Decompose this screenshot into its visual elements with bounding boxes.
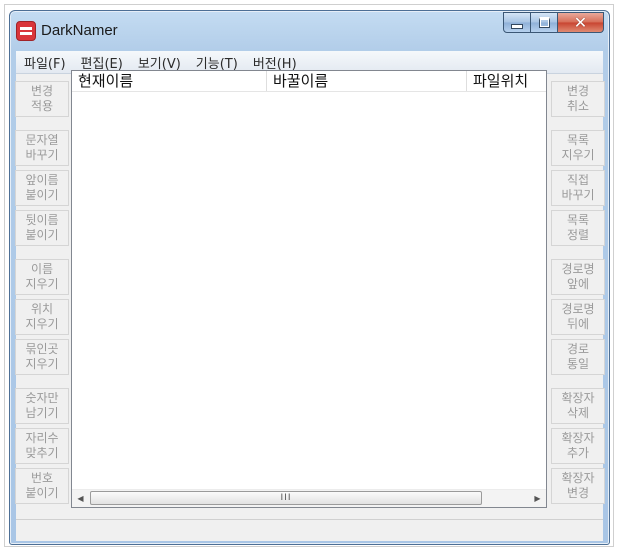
column-current-name[interactable]: 현재이름 [72, 71, 267, 91]
menu-edit[interactable]: 편집(E) [73, 53, 130, 72]
close-icon: ✕ [573, 12, 588, 32]
maximize-button[interactable] [531, 12, 558, 33]
column-new-name[interactable]: 바꿀이름 [267, 71, 467, 91]
add-extension-button[interactable]: 확장자 추가 [551, 428, 605, 464]
minimize-icon [511, 24, 523, 29]
window-controls: ✕ [503, 12, 604, 33]
file-list[interactable]: 현재이름 바꿀이름 파일위치 ◀ III ▶ [71, 70, 547, 508]
unify-path-button[interactable]: 경로 통일 [551, 339, 605, 375]
list-header: 현재이름 바꿀이름 파일위치 [72, 71, 546, 92]
status-bar [16, 519, 603, 541]
close-button[interactable]: ✕ [558, 12, 604, 33]
change-extension-button[interactable]: 확장자 변경 [551, 468, 605, 504]
delete-position-button[interactable]: 위치 지우기 [15, 299, 69, 335]
delete-name-button[interactable]: 이름 지우기 [15, 259, 69, 295]
delete-enclosed-button[interactable]: 묶인곳 지우기 [15, 339, 69, 375]
maximize-icon [538, 17, 550, 28]
apply-changes-button[interactable]: 변경 적용 [15, 81, 69, 117]
window-title: DarkNamer [41, 22, 118, 39]
add-number-button[interactable]: 번호 붙이기 [15, 468, 69, 504]
clear-list-button[interactable]: 목록 지우기 [551, 130, 605, 166]
delete-extension-button[interactable]: 확장자 삭제 [551, 388, 605, 424]
horizontal-scrollbar[interactable]: ◀ III ▶ [72, 489, 546, 507]
keep-numbers-button[interactable]: 숫자만 남기기 [15, 388, 69, 424]
minimize-button[interactable] [503, 12, 531, 33]
menu-tools[interactable]: 기능(T) [188, 53, 245, 72]
scroll-left-icon[interactable]: ◀ [72, 490, 89, 507]
path-suffix-button[interactable]: 경로명 뒤에 [551, 299, 605, 335]
undo-changes-button[interactable]: 변경 취소 [551, 81, 605, 117]
prefix-name-button[interactable]: 앞이름 붙이기 [15, 170, 69, 206]
replace-string-button[interactable]: 문자열 바꾸기 [15, 130, 69, 166]
column-file-location[interactable]: 파일위치 [467, 71, 546, 91]
menu-file[interactable]: 파일(F) [16, 53, 73, 72]
menu-version[interactable]: 버전(H) [245, 53, 304, 72]
scroll-thumb[interactable]: III [90, 491, 482, 505]
menu-view[interactable]: 보기(V) [130, 53, 188, 72]
app-icon[interactable] [16, 21, 36, 41]
path-prefix-button[interactable]: 경로명 앞에 [551, 259, 605, 295]
sort-list-button[interactable]: 목록 정렬 [551, 210, 605, 246]
pad-digits-button[interactable]: 자리수 맞추기 [15, 428, 69, 464]
direct-rename-button[interactable]: 직접 바꾸기 [551, 170, 605, 206]
scroll-right-icon[interactable]: ▶ [529, 490, 546, 507]
suffix-name-button[interactable]: 뒷이름 붙이기 [15, 210, 69, 246]
title-bar[interactable]: DarkNamer ✕ [10, 11, 609, 51]
